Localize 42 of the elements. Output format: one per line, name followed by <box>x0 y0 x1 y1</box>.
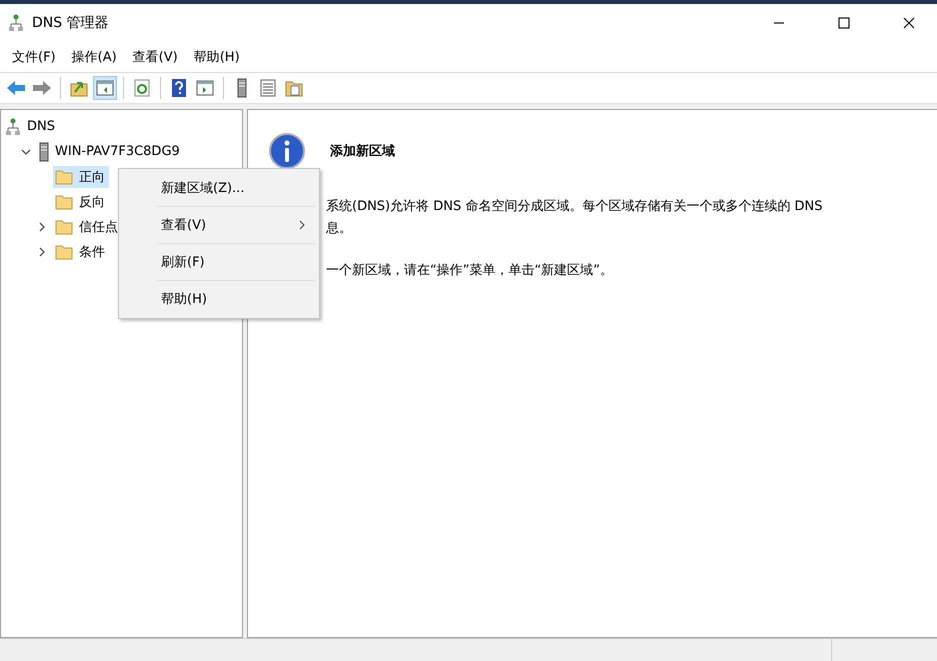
tree-item[interactable]: DNS <box>3 116 59 138</box>
export-icon <box>285 79 303 97</box>
folder-icon <box>55 194 73 210</box>
network-icon <box>5 118 21 136</box>
list-icon <box>260 79 276 97</box>
menu-item[interactable]: 帮助(H) <box>186 44 248 70</box>
help-icon <box>171 78 187 98</box>
menu-item[interactable]: 文件(F) <box>4 44 64 70</box>
close-icon <box>902 17 914 29</box>
description-text: 一个新区域，请在“操作”菜单，单击“新建区域”。 <box>326 262 614 280</box>
folder-icon <box>55 218 73 234</box>
context-menu-item[interactable]: 刷新(F) <box>119 245 319 279</box>
tree-item[interactable]: 正向 <box>53 166 109 188</box>
panel-icon <box>196 80 214 96</box>
tree-item[interactable]: 信任点 <box>53 216 122 238</box>
maximize-icon <box>838 17 850 29</box>
tree-item[interactable]: WIN-PAV7F3C8DG9 <box>37 140 184 164</box>
menu-item[interactable]: 操作(A) <box>64 44 125 70</box>
refresh-icon <box>134 79 150 97</box>
chevron-icon[interactable] <box>37 246 47 256</box>
folder-up-icon <box>70 79 88 97</box>
chevron-icon[interactable] <box>37 222 47 232</box>
forward-arrow-icon <box>32 80 52 96</box>
panel-icon <box>96 80 114 96</box>
network-icon <box>8 14 24 32</box>
chevron-icon[interactable] <box>21 146 31 156</box>
context-menu-item[interactable]: 新建区域(Z)... <box>119 171 319 205</box>
server-icon <box>39 142 49 162</box>
window-title: DNS 管理器 <box>32 14 110 32</box>
back-arrow-icon <box>6 80 26 96</box>
section-title: 添加新区域 <box>330 142 395 160</box>
folder-icon <box>55 168 73 184</box>
menu-item[interactable]: 查看(V) <box>124 44 186 70</box>
context-menu-item[interactable]: 帮助(H) <box>119 282 319 316</box>
folder-icon <box>55 244 73 260</box>
context-menu-item[interactable]: 查看(V) <box>119 208 319 242</box>
tree-item[interactable]: 反向 <box>53 190 109 212</box>
server-icon <box>237 78 247 98</box>
info-icon <box>268 132 306 170</box>
tree-item[interactable]: 条件 <box>53 240 109 262</box>
toolbar-button[interactable] <box>93 76 117 100</box>
description-text: 系统(DNS)允许将 DNS 命名空间分成区域。每个区域存储有关一个或多个连续的 DNS 息。 <box>326 198 824 238</box>
